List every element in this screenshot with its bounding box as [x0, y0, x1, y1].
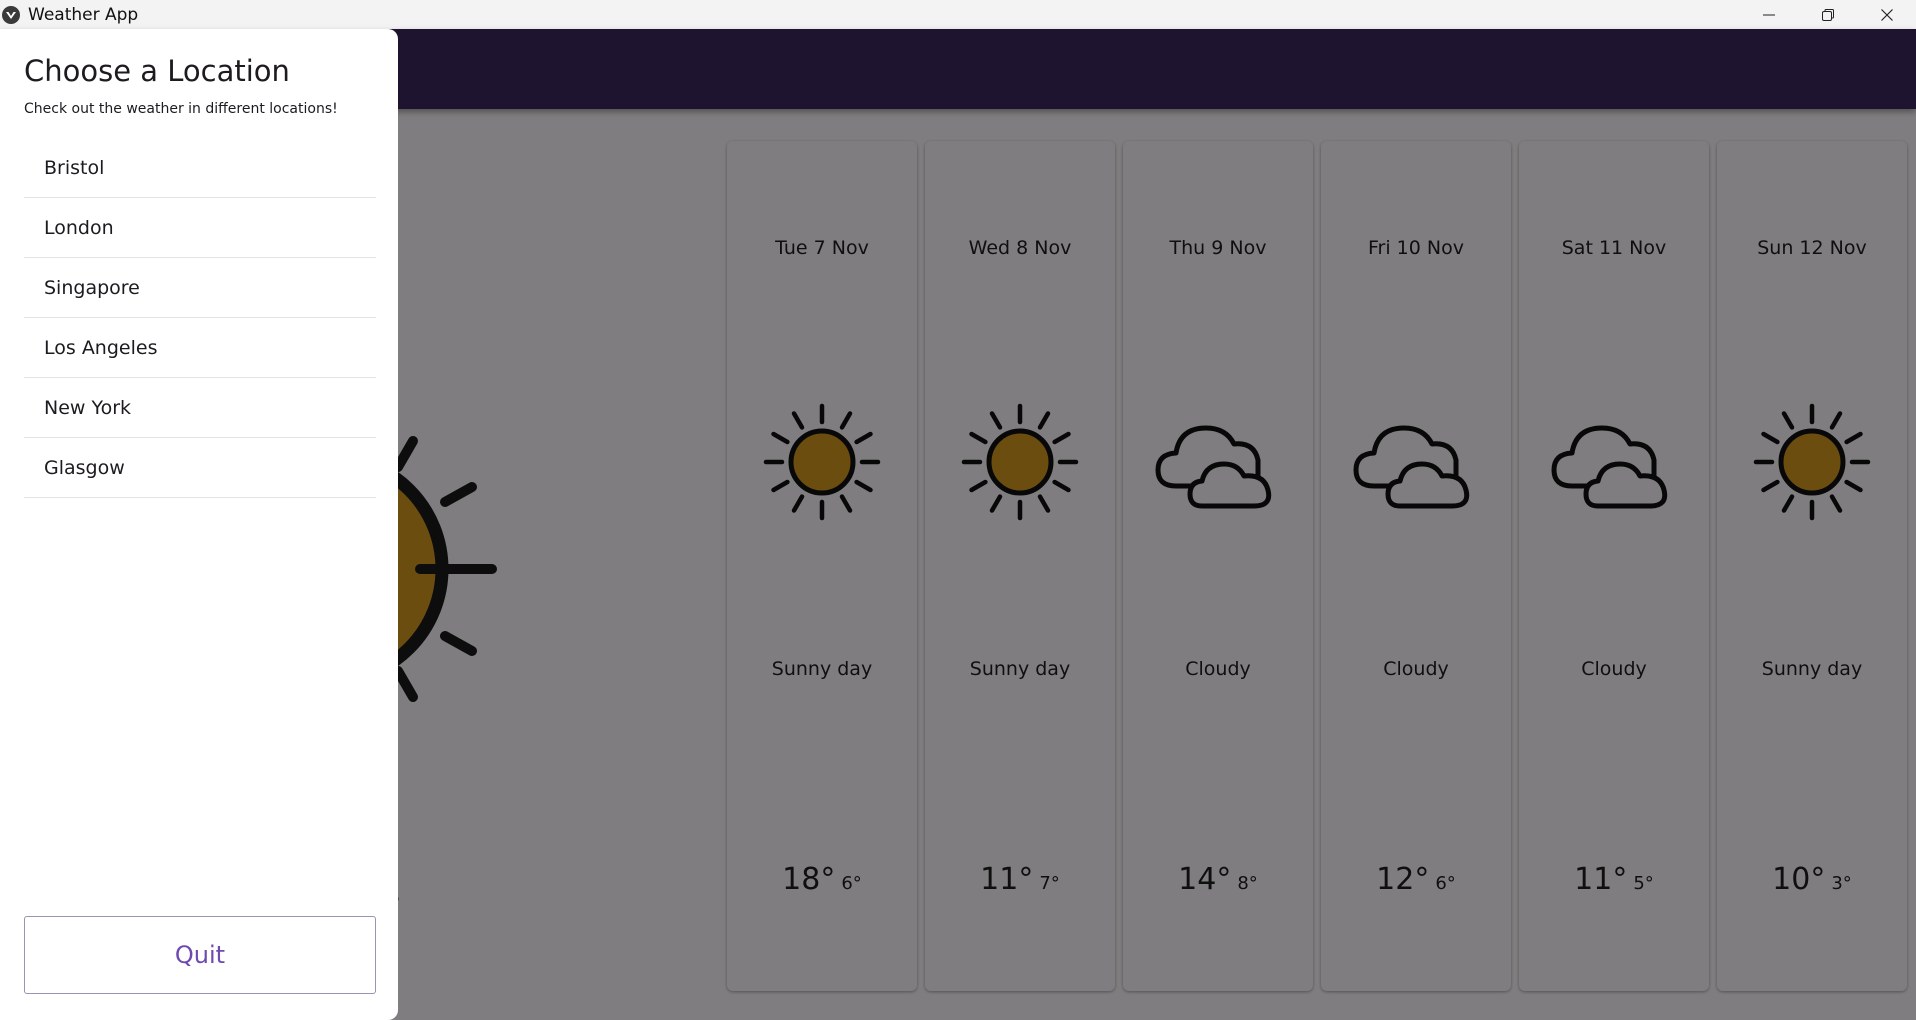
location-item-bristol[interactable]: Bristol [24, 138, 376, 198]
window-title: Weather App [28, 4, 139, 25]
drawer-title: Choose a Location [24, 54, 290, 88]
restore-button[interactable] [1798, 0, 1857, 29]
location-item-singapore[interactable]: Singapore [24, 258, 376, 318]
window-controls [1739, 0, 1916, 29]
quit-button[interactable]: Quit [24, 916, 376, 994]
location-item-london[interactable]: London [24, 198, 376, 258]
minimize-icon [1762, 14, 1775, 15]
minimize-button[interactable] [1739, 0, 1798, 29]
window-titlebar: Weather App [0, 0, 1916, 29]
location-list: Bristol London Singapore Los Angeles New… [24, 138, 376, 498]
location-item-glasgow[interactable]: Glasgow [24, 438, 376, 498]
location-drawer: Choose a Location Check out the weather … [0, 29, 398, 1020]
close-icon [1880, 8, 1893, 21]
app-logo-icon [2, 5, 20, 24]
location-item-los-angeles[interactable]: Los Angeles [24, 318, 376, 378]
close-button[interactable] [1857, 0, 1916, 29]
restore-icon [1821, 8, 1834, 21]
drawer-subtitle: Check out the weather in different locat… [24, 101, 338, 117]
location-item-new-york[interactable]: New York [24, 378, 376, 438]
